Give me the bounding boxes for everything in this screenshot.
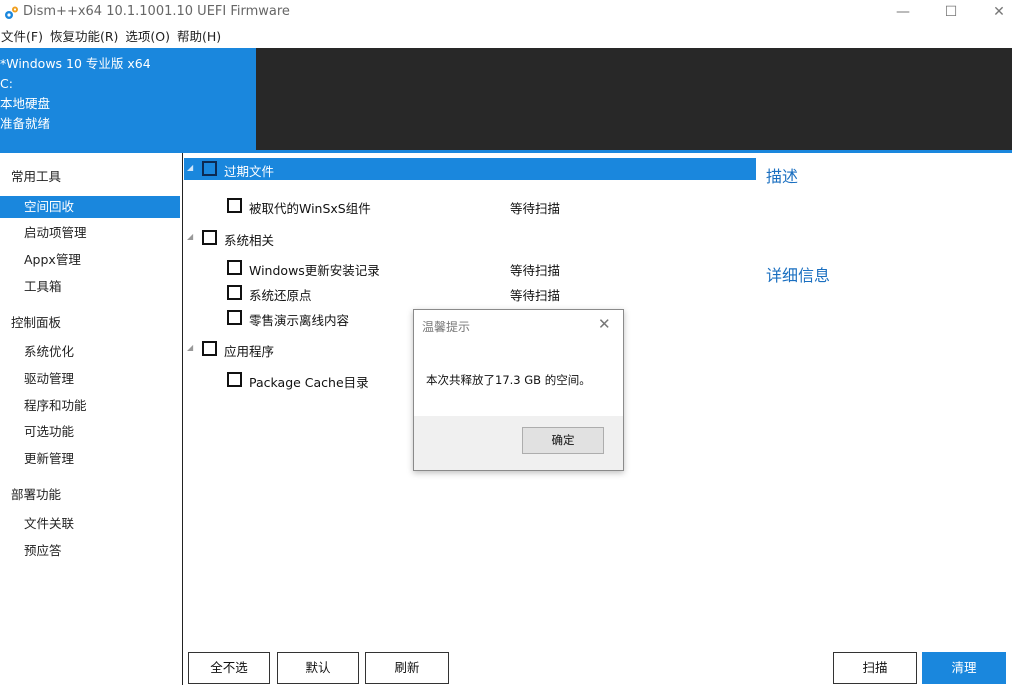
item-checkbox[interactable] [227,310,242,325]
expand-triangle-icon[interactable]: ◢ [187,343,193,352]
system-disk-type: 本地硬盘 [0,96,51,111]
item-label: 被取代的WinSxS组件 [249,201,371,216]
item-label: 零售演示离线内容 [249,313,350,328]
group-checkbox[interactable] [202,230,217,245]
group-label: 应用程序 [224,344,275,359]
item-label: Package Cache目录 [249,375,369,390]
details-heading: 详细信息 [766,266,831,285]
tree-group-expired-files[interactable]: ◢ 过期文件 [184,158,756,180]
dialog-title: 温馨提示 [422,320,471,334]
item-status: 等待扫描 [510,263,561,278]
default-button[interactable]: 默认 [277,652,359,684]
group-checkbox[interactable] [202,341,217,356]
expand-triangle-icon[interactable]: ◢ [187,232,193,241]
system-selector[interactable]: *Windows 10 专业版 x64 C: 本地硬盘 准备就绪 [0,48,256,151]
sidebar-item-startup[interactable]: 启动项管理 [0,222,180,244]
window-title: Dism++x64 10.1.1001.10 UEFI Firmware [23,4,290,19]
scan-button[interactable]: 扫描 [833,652,917,684]
description-heading: 描述 [766,167,799,186]
sidebar-item-file-assoc[interactable]: 文件关联 [0,513,180,535]
item-status: 等待扫描 [510,288,561,303]
sidebar-item-drivers[interactable]: 驱动管理 [0,368,180,390]
sidebar-section-control-panel: 控制面板 [11,315,62,330]
sidebar-item-optional-features[interactable]: 可选功能 [0,421,180,443]
sidebar-item-optimize[interactable]: 系统优化 [0,341,180,363]
sidebar-item-updates[interactable]: 更新管理 [0,448,180,470]
dialog-message: 本次共释放了17.3 GB 的空间。 [426,373,591,387]
app-gear-icon [5,6,18,19]
group-checkbox[interactable] [202,161,217,176]
minimize-button[interactable]: — [880,0,926,26]
item-checkbox[interactable] [227,372,242,387]
sidebar-section-common-tools: 常用工具 [11,169,62,184]
item-label: 系统还原点 [249,288,312,303]
sidebar-section-deploy: 部署功能 [11,487,62,502]
dialog-ok-button[interactable]: 确定 [522,427,604,454]
item-checkbox[interactable] [227,285,242,300]
maximize-button[interactable]: ☐ [928,0,974,26]
item-checkbox[interactable] [227,260,242,275]
tree-item-windows-update-log[interactable]: Windows更新安装记录 等待扫描 [184,257,756,279]
sidebar: 常用工具 空间回收 启动项管理 Appx管理 工具箱 控制面板 系统优化 驱动管… [0,153,183,685]
dialog-close-icon[interactable]: ✕ [598,315,611,333]
group-label: 系统相关 [224,233,275,248]
sidebar-item-space-reclaim[interactable]: 空间回收 [0,196,180,218]
select-none-button[interactable]: 全不选 [188,652,270,684]
menu-options[interactable]: 选项(O) [124,27,170,47]
tree-item-restore-points[interactable]: 系统还原点 等待扫描 [184,282,756,304]
sidebar-item-appx[interactable]: Appx管理 [0,249,180,271]
item-checkbox[interactable] [227,198,242,213]
menu-file[interactable]: 文件(F) [0,27,43,47]
sidebar-item-programs[interactable]: 程序和功能 [0,395,180,417]
menu-bar: 文件(F) 恢复功能(R) 选项(O) 帮助(H) [0,27,221,47]
sidebar-item-toolbox[interactable]: 工具箱 [0,276,180,298]
sidebar-item-unattend[interactable]: 预应答 [0,540,180,562]
system-drive: C: [0,76,13,91]
clean-button[interactable]: 清理 [922,652,1006,684]
item-status: 等待扫描 [510,201,561,216]
close-button[interactable]: ✕ [976,0,1012,26]
group-label: 过期文件 [224,164,275,179]
system-name: *Windows 10 专业版 x64 [0,56,151,71]
item-label: Windows更新安装记录 [249,263,380,278]
menu-restore[interactable]: 恢复功能(R) [49,27,118,47]
dialog-footer: 确定 [414,416,623,470]
title-bar: Dism++x64 10.1.1001.10 UEFI Firmware — ☐… [0,0,1012,26]
tree-item-winsxs[interactable]: 被取代的WinSxS组件 等待扫描 [184,195,756,217]
tree-group-system[interactable]: ◢ 系统相关 [184,227,756,249]
system-header-area [256,48,1012,151]
expand-triangle-icon[interactable]: ◢ [187,163,193,172]
info-dialog: 温馨提示 ✕ 本次共释放了17.3 GB 的空间。 确定 [413,309,624,471]
system-status: 准备就绪 [0,116,51,131]
refresh-button[interactable]: 刷新 [365,652,449,684]
menu-help[interactable]: 帮助(H) [176,27,221,47]
